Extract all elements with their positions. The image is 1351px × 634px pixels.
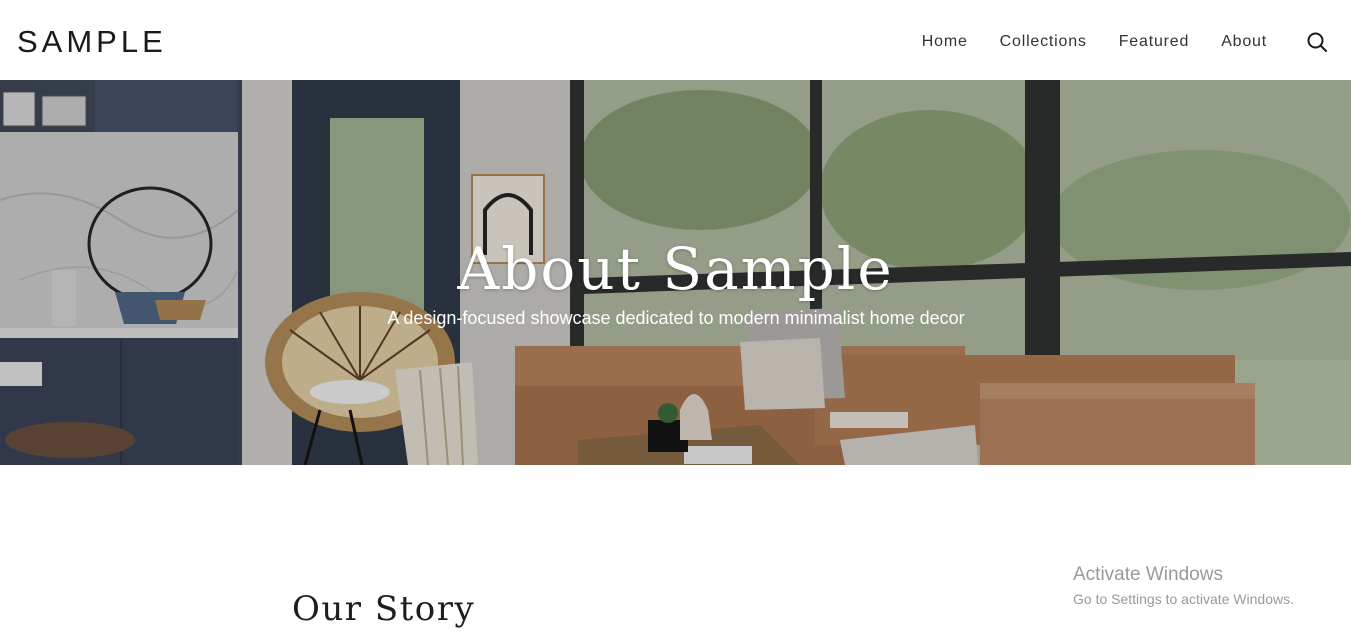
nav-item-collections[interactable]: Collections: [1000, 30, 1087, 54]
main-nav: Home Collections Featured About: [922, 30, 1267, 54]
hero-banner: About Sample A design-focused showcase d…: [0, 80, 1351, 465]
section-title-our-story: Our Story: [292, 589, 476, 630]
watermark-title: Activate Windows: [1073, 564, 1223, 585]
site-header: SAMPLE Home Collections Featured About: [0, 0, 1351, 80]
search-button[interactable]: [1305, 30, 1329, 54]
nav-item-featured[interactable]: Featured: [1119, 30, 1189, 54]
hero-subtitle: A design-focused showcase dedicated to m…: [387, 308, 965, 328]
hero-title: About Sample: [457, 234, 894, 303]
watermark-subtitle: Go to Settings to activate Windows.: [1073, 591, 1294, 607]
site-logo[interactable]: SAMPLE: [17, 22, 167, 62]
nav-item-about[interactable]: About: [1221, 30, 1267, 54]
activation-watermark: Activate Windows Go to Settings to activ…: [1073, 563, 1294, 609]
search-icon: [1307, 32, 1327, 52]
nav-item-home[interactable]: Home: [922, 30, 968, 54]
